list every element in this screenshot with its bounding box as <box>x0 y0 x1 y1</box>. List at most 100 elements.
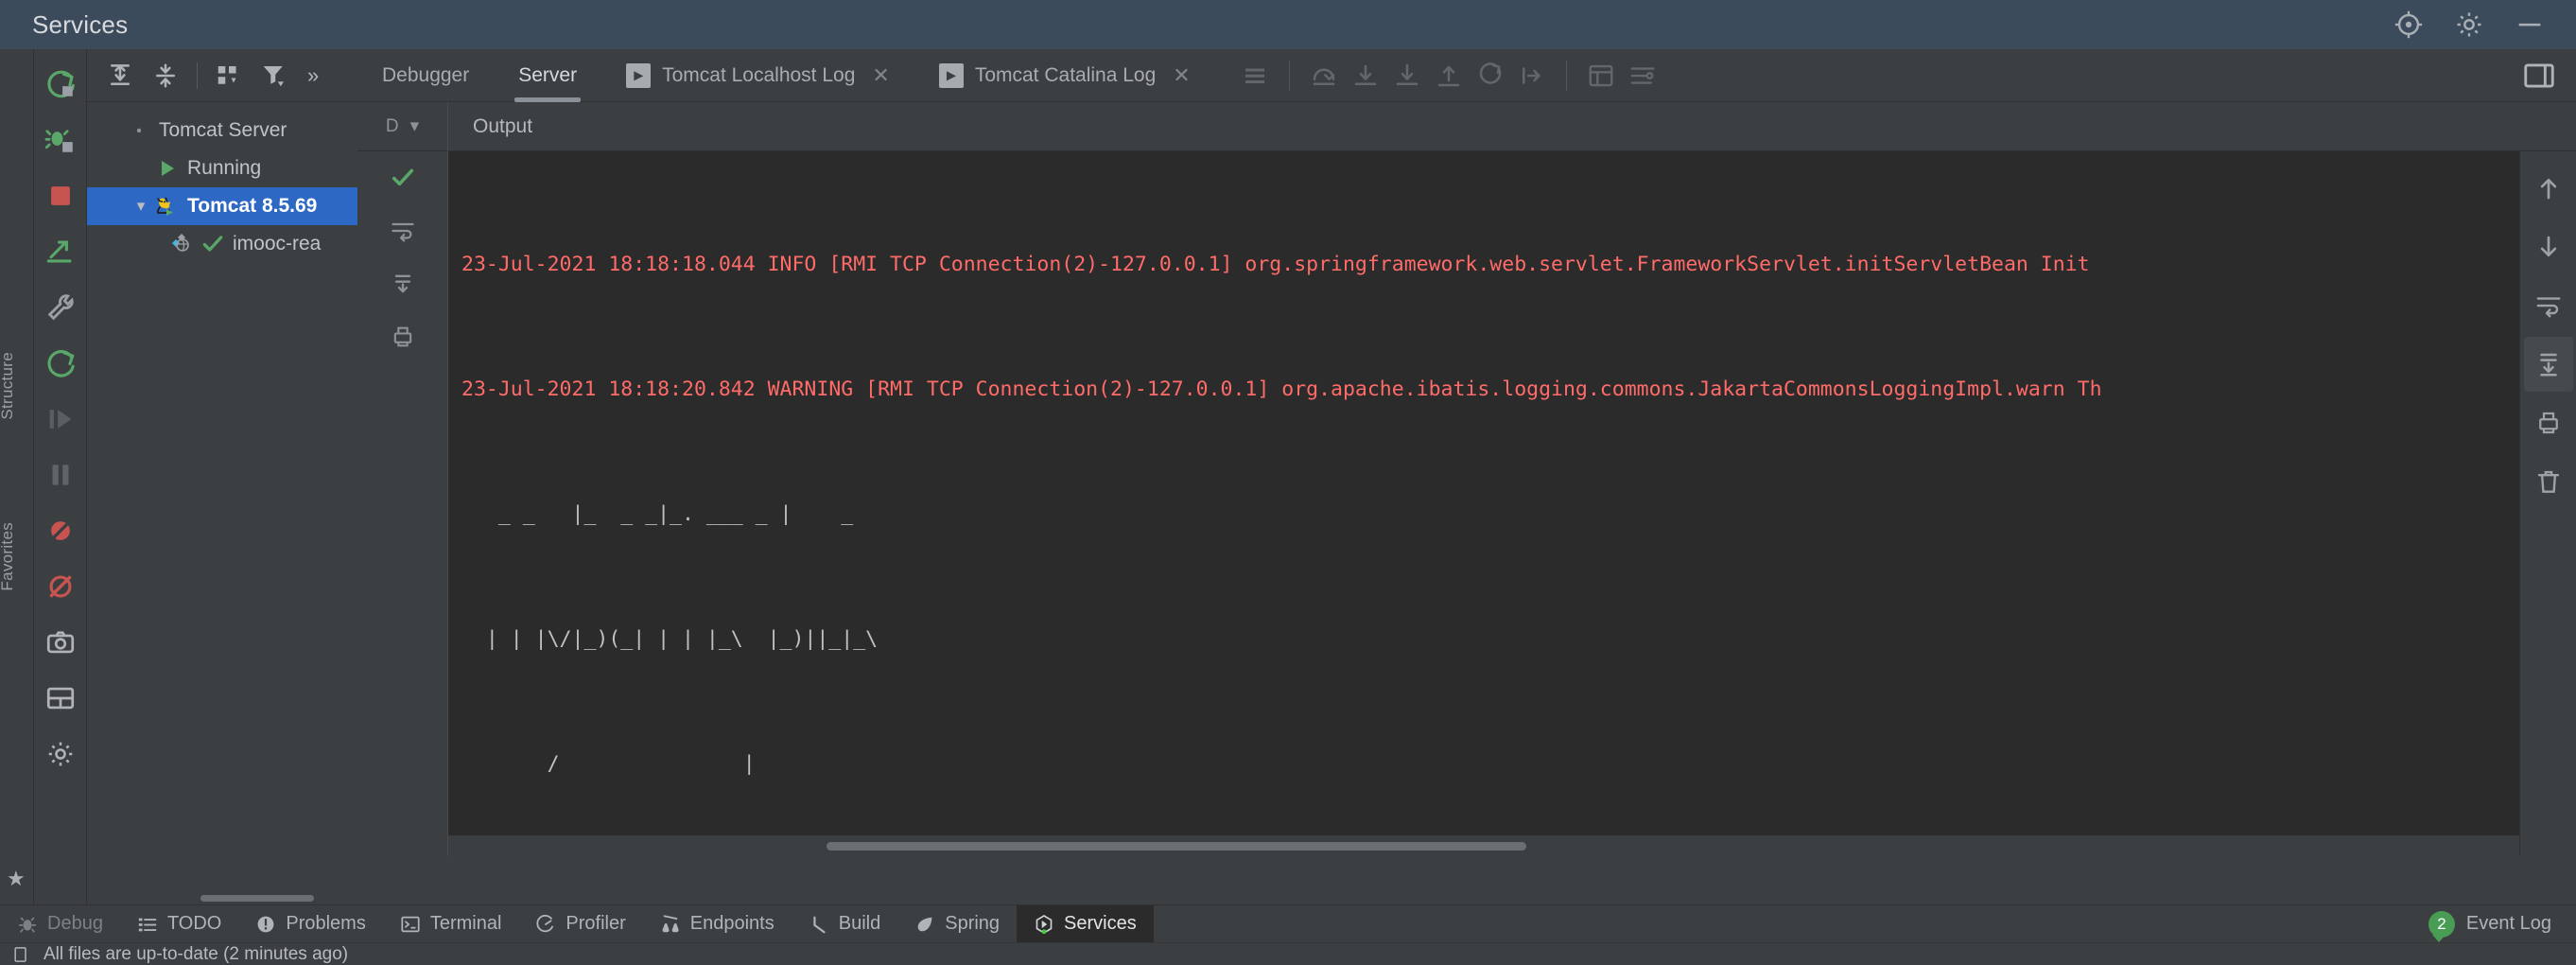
group-by-icon[interactable] <box>207 54 251 97</box>
close-icon[interactable]: ✕ <box>1173 63 1190 88</box>
hide-window-icon[interactable] <box>2521 58 2559 96</box>
console-scroll-area <box>448 835 2576 856</box>
tab-tomcat-localhost-log[interactable]: ▸ Tomcat Localhost Log ✕ <box>601 49 914 102</box>
output-label: Output <box>473 114 533 137</box>
close-icon[interactable]: ✕ <box>872 63 889 88</box>
output-gutter-label: D <box>385 115 399 136</box>
tab-server[interactable]: Server <box>494 49 601 102</box>
step-over-icon[interactable] <box>1303 55 1345 96</box>
bottom-item-label: Terminal <box>429 913 502 934</box>
tomcat-cat-icon <box>153 195 182 218</box>
target-icon[interactable] <box>2393 9 2425 41</box>
tree-horizontal-scrollbar[interactable] <box>174 895 344 904</box>
artifact-icon <box>170 232 199 256</box>
layout-icon[interactable] <box>38 673 83 724</box>
evaluate-icon[interactable] <box>1580 55 1622 96</box>
bottom-item-todo[interactable]: TODO <box>120 905 238 943</box>
soft-wrap-lines-icon[interactable] <box>2524 278 2573 333</box>
tree-node-tomcat-server[interactable]: Tomcat Server <box>87 112 357 149</box>
bottom-item-endpoints[interactable]: Endpoints <box>643 905 792 943</box>
mute-breakpoints-icon[interactable] <box>38 505 83 556</box>
bottom-tool-bar: Debug TODO Problems Terminal Profiler En… <box>0 904 2576 943</box>
trash-icon[interactable] <box>2524 454 2573 509</box>
tree-node-imooc-reader[interactable]: imooc-rea <box>87 225 357 263</box>
memory-indicator-icon[interactable] <box>11 945 30 964</box>
tree-node-running[interactable]: Running <box>87 149 357 187</box>
console-log-lines[interactable]: 23-Jul-2021 18:18:18.044 INFO [RMI TCP C… <box>448 151 2576 856</box>
chevron-down-icon[interactable]: ▾ <box>410 115 420 137</box>
arrow-down-icon[interactable] <box>2524 219 2573 274</box>
rerun-icon[interactable] <box>38 59 83 110</box>
collapse-all-icon[interactable] <box>144 54 187 97</box>
services-tool-window: Services Structure Favorites ★ » Tomcat … <box>0 0 2576 965</box>
event-log-button[interactable]: Event Log <box>2466 905 2551 943</box>
run-to-cursor-icon[interactable] <box>1511 55 1553 96</box>
settings-gear-icon[interactable] <box>38 728 83 780</box>
console-gutter <box>357 151 448 856</box>
tab-tomcat-catalina-log[interactable]: ▸ Tomcat Catalina Log ✕ <box>914 49 1215 102</box>
bottom-item-spring[interactable]: Spring <box>897 905 1017 943</box>
minimize-icon[interactable] <box>2514 9 2546 41</box>
gear-icon[interactable] <box>2453 9 2485 41</box>
force-step-into-icon[interactable] <box>1386 55 1428 96</box>
console-tabs: Debugger Server ▸ Tomcat Localhost Log ✕… <box>357 49 2576 102</box>
output-gutter-header[interactable]: D ▾ <box>357 101 448 151</box>
pause-icon[interactable] <box>38 449 83 500</box>
bottom-item-label: Profiler <box>566 913 626 934</box>
camera-icon[interactable] <box>38 617 83 668</box>
bottom-item-label: TODO <box>166 913 222 934</box>
filter-icon[interactable] <box>252 54 296 97</box>
print-icon[interactable] <box>2524 395 2573 450</box>
bottom-item-label: Debug <box>47 913 103 934</box>
drop-frame-icon[interactable] <box>1470 55 1511 96</box>
console-horizontal-scrollbar[interactable] <box>827 842 1526 851</box>
soft-wrap-icon[interactable] <box>357 204 448 257</box>
bottom-item-build[interactable]: Build <box>792 905 897 943</box>
view-breakpoints-icon[interactable] <box>38 561 83 612</box>
arrow-up-icon[interactable] <box>2524 161 2573 216</box>
bottom-item-services[interactable]: Services <box>1017 904 1154 943</box>
check-green-icon <box>357 151 448 204</box>
scroll-end-icon[interactable] <box>357 257 448 310</box>
services-tree-panel: » Tomcat Server Running ▾ Tomcat 8.5.69 … <box>87 49 357 904</box>
tree-node-label: Tomcat 8.5.69 <box>187 195 318 217</box>
console-lines-icon[interactable] <box>1234 55 1276 96</box>
star-icon[interactable]: ★ <box>7 867 26 891</box>
bottom-bar-right: 2 Event Log <box>2428 905 2576 943</box>
bottom-item-problems[interactable]: Problems <box>238 905 382 943</box>
threads-icon[interactable] <box>1622 55 1663 96</box>
restart-icon[interactable] <box>38 338 83 389</box>
bottom-item-debug[interactable]: Debug <box>0 905 120 943</box>
bug-icon <box>17 914 38 935</box>
step-into-icon[interactable] <box>1345 55 1386 96</box>
console-content-area: Debugger Server ▸ Tomcat Localhost Log ✕… <box>357 49 2576 904</box>
expand-all-icon[interactable] <box>98 54 142 97</box>
resume-icon[interactable] <box>38 394 83 445</box>
log-line: / | <box>461 752 756 776</box>
tree-toolbar: » <box>87 49 357 102</box>
stop-icon[interactable] <box>38 170 83 221</box>
print-console-icon[interactable] <box>357 310 448 363</box>
settings-wrench-icon[interactable] <box>38 282 83 333</box>
page-title: Services <box>32 9 129 39</box>
bottom-item-label: Endpoints <box>689 913 775 934</box>
tab-label: Debugger <box>382 63 470 86</box>
bottom-item-profiler[interactable]: Profiler <box>518 905 642 943</box>
services-icon <box>1034 914 1054 935</box>
tree-node-tomcat-8-5-69[interactable]: ▾ Tomcat 8.5.69 <box>87 187 357 225</box>
tab-debugger[interactable]: Debugger <box>357 49 494 102</box>
scroll-to-end-icon[interactable] <box>2523 337 2573 392</box>
toolbar-divider <box>1288 60 1290 91</box>
log-line: | | |\/|_)(_| | | |_\ |_)||_|_\ <box>461 627 879 651</box>
tool-window-strip-left: Structure Favorites ★ <box>0 49 34 904</box>
strip-label-structure[interactable]: Structure <box>0 352 17 420</box>
strip-label-favorites[interactable]: Favorites <box>0 522 17 591</box>
step-out-icon[interactable] <box>1428 55 1470 96</box>
bottom-item-terminal[interactable]: Terminal <box>383 905 519 943</box>
debug-rerun-icon[interactable] <box>38 114 83 166</box>
chevron-down-icon[interactable]: ▾ <box>129 197 153 216</box>
tab-label: Tomcat Localhost Log <box>662 63 856 86</box>
more-options-icon[interactable]: » <box>298 63 328 88</box>
output-header: D ▾ Output <box>357 101 2576 151</box>
deploy-icon[interactable] <box>38 226 83 277</box>
